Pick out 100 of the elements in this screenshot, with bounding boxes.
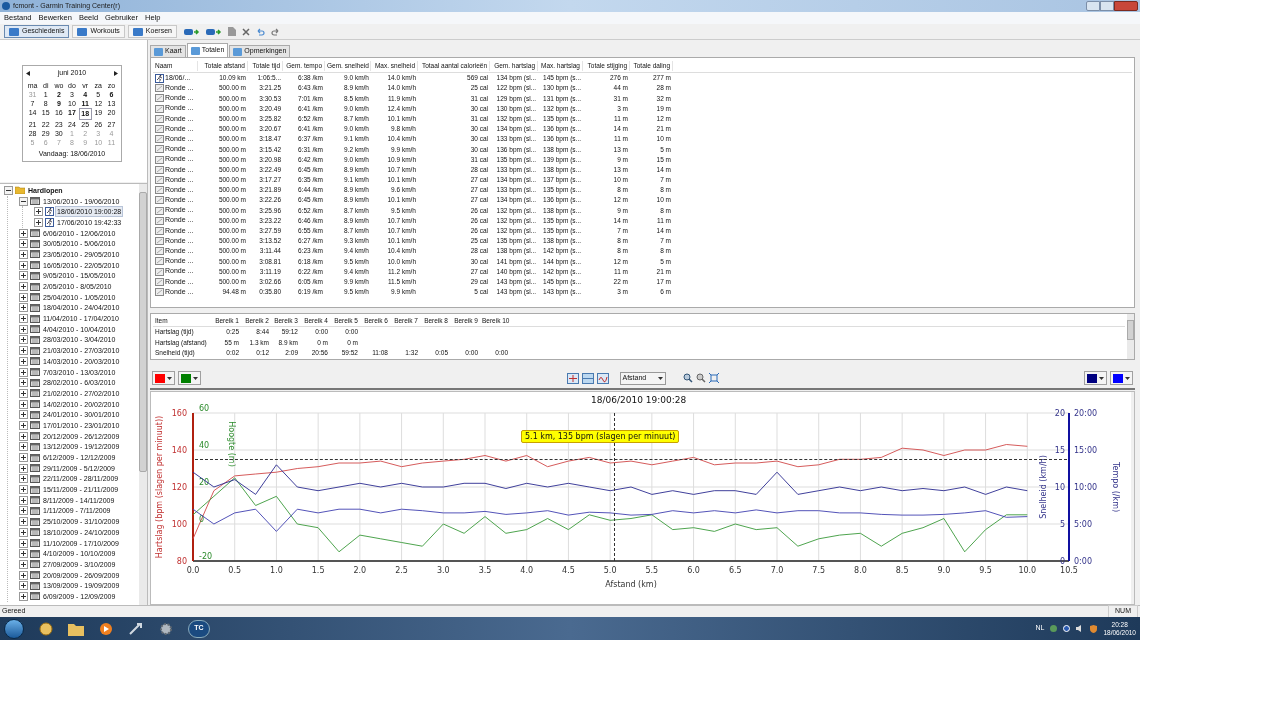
expand-icon[interactable] <box>19 303 28 313</box>
axis-tick-label: 4.0 <box>520 566 534 575</box>
calendar-icon <box>30 421 40 430</box>
axis-tick-label: 0 <box>1059 557 1065 566</box>
next-month-icon[interactable] <box>114 70 118 76</box>
expand-icon[interactable] <box>19 356 28 366</box>
calendar-icon <box>30 592 40 601</box>
minimize-button[interactable] <box>1086 1 1100 11</box>
expand-icon[interactable] <box>19 292 28 302</box>
expand-icon[interactable] <box>19 517 28 527</box>
device-transfer-icon[interactable] <box>183 27 200 36</box>
expand-icon[interactable] <box>19 378 28 388</box>
previous-month-icon[interactable] <box>26 70 30 76</box>
axis-tick-label: 10.5 <box>1060 566 1078 575</box>
expand-icon[interactable] <box>19 463 28 473</box>
axis-tick-label: 10 <box>1054 483 1065 492</box>
calendar-icon <box>30 560 40 569</box>
expand-icon[interactable] <box>19 346 28 356</box>
gear-icon[interactable] <box>158 621 174 636</box>
expand-icon[interactable] <box>19 581 28 591</box>
color-picker[interactable] <box>152 371 175 385</box>
caret-icon <box>193 376 198 380</box>
start-button[interactable] <box>4 618 24 639</box>
crosshair-icon[interactable] <box>566 372 579 384</box>
color-picker[interactable] <box>178 371 201 385</box>
expand-icon[interactable] <box>19 420 28 430</box>
calendar-icon <box>30 496 40 505</box>
maximize-button[interactable] <box>1100 1 1114 11</box>
media-player-icon[interactable] <box>98 621 114 636</box>
fit-icon[interactable] <box>708 373 719 383</box>
lap-icon <box>155 165 164 174</box>
expand-icon[interactable] <box>19 282 28 292</box>
axis-tick-label: 7.0 <box>770 566 784 575</box>
expand-icon[interactable] <box>19 249 28 259</box>
axis-tick-label: 0.5 <box>228 566 242 575</box>
expand-icon[interactable] <box>34 217 43 227</box>
shield-icon[interactable] <box>1090 624 1098 633</box>
expand-icon[interactable] <box>19 453 28 463</box>
expand-icon[interactable] <box>19 538 28 548</box>
lap-icon <box>155 226 164 235</box>
undo-icon[interactable] <box>255 27 265 36</box>
zoom-out-icon[interactable] <box>695 373 706 383</box>
lap-icon <box>155 125 164 134</box>
expand-icon[interactable] <box>19 388 28 398</box>
expand-icon[interactable] <box>19 399 28 409</box>
expand-icon[interactable] <box>19 431 28 441</box>
expand-icon[interactable] <box>19 335 28 345</box>
axis-tick-label: 20 <box>199 478 210 487</box>
stacked-view-icon[interactable] <box>581 372 594 384</box>
lap-icon <box>155 175 164 184</box>
lap-icon <box>155 155 164 164</box>
expand-icon[interactable] <box>19 549 28 559</box>
axis-tick-label: 5 <box>1059 520 1065 529</box>
expand-icon[interactable] <box>19 506 28 516</box>
color-picker[interactable] <box>1084 371 1107 385</box>
expand-icon[interactable] <box>19 239 28 249</box>
expand-icon[interactable] <box>19 559 28 569</box>
expand-icon[interactable] <box>19 474 28 484</box>
expand-icon[interactable] <box>19 260 28 270</box>
expand-icon[interactable] <box>19 485 28 495</box>
zoom-in-icon[interactable] <box>682 373 693 383</box>
caret-icon <box>657 376 663 380</box>
calendar-icon <box>30 464 40 473</box>
runner-icon <box>45 217 54 227</box>
redo-icon[interactable] <box>270 27 280 36</box>
expand-icon[interactable] <box>19 271 28 281</box>
axis-tick-label: 15 <box>1054 446 1065 455</box>
lap-icon <box>155 247 164 256</box>
axis-tick-label: 7.5 <box>812 566 826 575</box>
caret-icon <box>1099 376 1104 380</box>
lap-icon <box>155 237 164 246</box>
axis-tick-label: 20:00 <box>1074 409 1098 418</box>
folder-icon[interactable] <box>68 621 84 636</box>
axis-tick-label: 2.5 <box>395 566 408 575</box>
collapse-icon[interactable] <box>19 196 28 206</box>
expand-icon[interactable] <box>19 591 28 601</box>
expand-icon[interactable] <box>19 324 28 334</box>
calendar-icon <box>30 549 40 558</box>
expand-icon[interactable] <box>19 367 28 377</box>
expand-icon[interactable] <box>34 207 43 217</box>
expand-icon[interactable] <box>19 228 28 238</box>
expand-icon[interactable] <box>19 527 28 537</box>
calendar-icon <box>30 571 40 580</box>
axis-tick-label: 9.5 <box>979 566 992 575</box>
axis-tick-label: 8.0 <box>854 566 867 575</box>
expand-icon[interactable] <box>19 314 28 324</box>
runner-icon <box>45 207 54 217</box>
expand-icon[interactable] <box>19 442 28 452</box>
device-transfer-icon[interactable] <box>205 27 222 36</box>
expand-icon[interactable] <box>19 570 28 580</box>
expand-icon[interactable] <box>19 495 28 505</box>
expand-icon[interactable] <box>19 410 28 420</box>
lap-icon <box>155 145 164 154</box>
collapse-icon[interactable] <box>4 185 13 195</box>
caret-icon <box>1125 376 1130 380</box>
axis-tick-label: 1.0 <box>270 566 283 575</box>
color-picker[interactable] <box>1110 371 1133 385</box>
axis-tick-label: 9.0 <box>937 566 951 575</box>
line-chart-icon[interactable] <box>596 372 609 384</box>
close-icon[interactable] <box>241 27 250 36</box>
